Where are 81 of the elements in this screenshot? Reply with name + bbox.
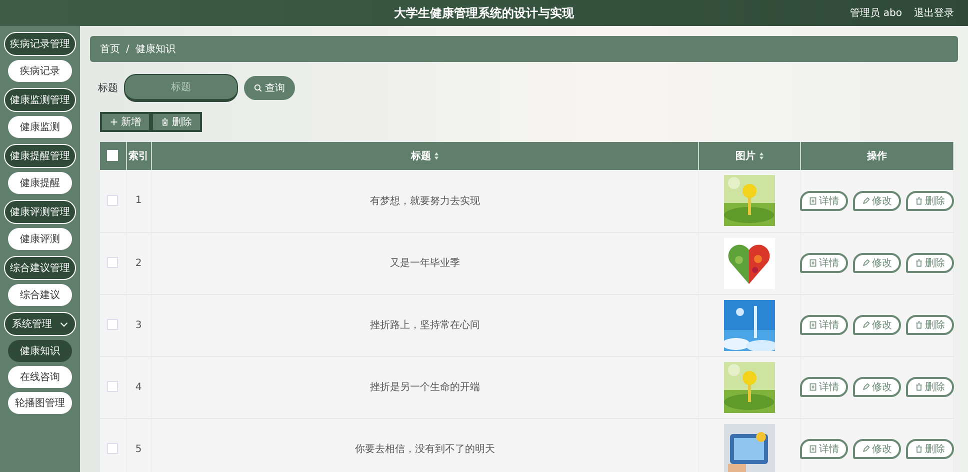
row-action-button[interactable]: 修改 bbox=[853, 253, 901, 273]
breadcrumb-link[interactable]: 首页 bbox=[100, 42, 120, 56]
row-action-button[interactable]: 删除 bbox=[906, 439, 954, 459]
table-cell: 5 bbox=[135, 444, 142, 454]
sort-icon bbox=[434, 152, 439, 160]
document-icon bbox=[809, 259, 817, 267]
search-icon bbox=[254, 84, 262, 92]
menu-item[interactable]: 健康知识 bbox=[8, 340, 72, 362]
trash-icon bbox=[161, 118, 169, 126]
table-cell: 3 bbox=[135, 320, 142, 330]
pencil-icon bbox=[862, 445, 870, 453]
sort-icon bbox=[758, 152, 764, 160]
select-all-checkbox[interactable] bbox=[107, 150, 118, 162]
menu-group[interactable]: 健康提醒管理 bbox=[4, 144, 76, 168]
menu-item[interactable]: 在线咨询 bbox=[8, 366, 72, 388]
breadcrumb-link[interactable]: 健康知识 bbox=[135, 42, 176, 56]
menu-group[interactable]: 疾病记录管理 bbox=[4, 32, 76, 56]
table-cell: 2 bbox=[135, 258, 142, 268]
column-header: 索引 bbox=[128, 151, 148, 162]
row-action-button[interactable]: 修改 bbox=[853, 377, 901, 397]
menu-item[interactable]: 综合建议 bbox=[8, 284, 72, 306]
search-field[interactable]: 标题 bbox=[124, 74, 238, 102]
menu-item[interactable]: 健康评测 bbox=[8, 228, 72, 250]
row-checkbox[interactable] bbox=[107, 195, 118, 206]
trash-icon bbox=[915, 196, 923, 205]
row-action-button[interactable]: 修改 bbox=[853, 315, 901, 335]
toolbar-button[interactable]: 新增 bbox=[100, 112, 151, 132]
table-cell: 你要去相信，没有到不了的明天 bbox=[354, 444, 495, 455]
table-cell: 挫折路上，坚持常在心间 bbox=[370, 320, 480, 331]
trash-icon bbox=[915, 321, 923, 329]
row-checkbox[interactable] bbox=[107, 257, 118, 268]
table-cell: 挫折是另一个生命的开端 bbox=[370, 382, 480, 393]
pencil-icon bbox=[862, 196, 870, 205]
trash-icon bbox=[915, 383, 923, 391]
pencil-icon bbox=[862, 321, 870, 329]
menu-group[interactable]: 综合建议管理 bbox=[4, 256, 76, 280]
user-label: 管理员 abo bbox=[850, 7, 902, 20]
menu-item[interactable]: 疾病记录 bbox=[8, 60, 72, 82]
row-action-button[interactable]: 删除 bbox=[906, 190, 954, 211]
breadcrumb-separator: / bbox=[126, 44, 130, 54]
table-cell: 又是一年毕业季 bbox=[390, 258, 460, 269]
row-action-button[interactable]: 详情 bbox=[800, 439, 848, 459]
column-header[interactable]: 标题 bbox=[410, 149, 439, 163]
menu-group[interactable]: 健康监测管理 bbox=[4, 88, 76, 112]
document-icon bbox=[809, 196, 817, 205]
row-action-button[interactable]: 详情 bbox=[800, 377, 848, 397]
menu-group[interactable]: 健康评测管理 bbox=[4, 200, 76, 224]
document-icon bbox=[809, 445, 817, 453]
table-cell: 有梦想，就要努力去实现 bbox=[370, 196, 480, 207]
field-label: 标题 bbox=[98, 82, 118, 95]
row-action-button[interactable]: 删除 bbox=[906, 315, 954, 335]
document-icon bbox=[809, 321, 817, 329]
table-cell: 1 bbox=[135, 195, 142, 206]
logout-link[interactable]: 退出登录 bbox=[914, 6, 954, 20]
row-checkbox[interactable] bbox=[107, 319, 118, 330]
app-title: 大学生健康管理系统的设计与实现 bbox=[394, 4, 574, 22]
row-action-button[interactable]: 删除 bbox=[906, 377, 954, 397]
caret-icon bbox=[60, 322, 68, 326]
menu-group[interactable]: 系统管理 bbox=[4, 312, 76, 336]
row-action-button[interactable]: 修改 bbox=[853, 439, 901, 459]
menu-item[interactable]: 健康监测 bbox=[8, 116, 72, 138]
row-action-button[interactable]: 详情 bbox=[800, 253, 848, 273]
trash-icon bbox=[915, 259, 923, 267]
column-header: 操作 bbox=[867, 151, 887, 162]
row-checkbox[interactable] bbox=[107, 381, 118, 392]
column-header[interactable]: 图片 bbox=[736, 149, 764, 163]
trash-icon bbox=[915, 445, 923, 453]
row-action-button[interactable]: 详情 bbox=[800, 190, 848, 211]
row-action-button[interactable]: 修改 bbox=[853, 190, 901, 211]
menu-item[interactable]: 轮播图管理 bbox=[8, 392, 72, 414]
toolbar-button[interactable]: 删除 bbox=[151, 112, 202, 132]
row-action-button[interactable]: 详情 bbox=[800, 315, 848, 335]
query-button[interactable]: 查询 bbox=[244, 76, 295, 100]
menu-item[interactable]: 健康提醒 bbox=[8, 172, 72, 194]
row-checkbox[interactable] bbox=[107, 443, 118, 454]
row-action-button[interactable]: 删除 bbox=[906, 253, 954, 273]
pencil-icon bbox=[862, 259, 870, 267]
table-cell: 4 bbox=[135, 382, 142, 392]
pencil-icon bbox=[862, 383, 870, 391]
document-icon bbox=[809, 383, 817, 391]
plus-icon bbox=[110, 118, 118, 126]
